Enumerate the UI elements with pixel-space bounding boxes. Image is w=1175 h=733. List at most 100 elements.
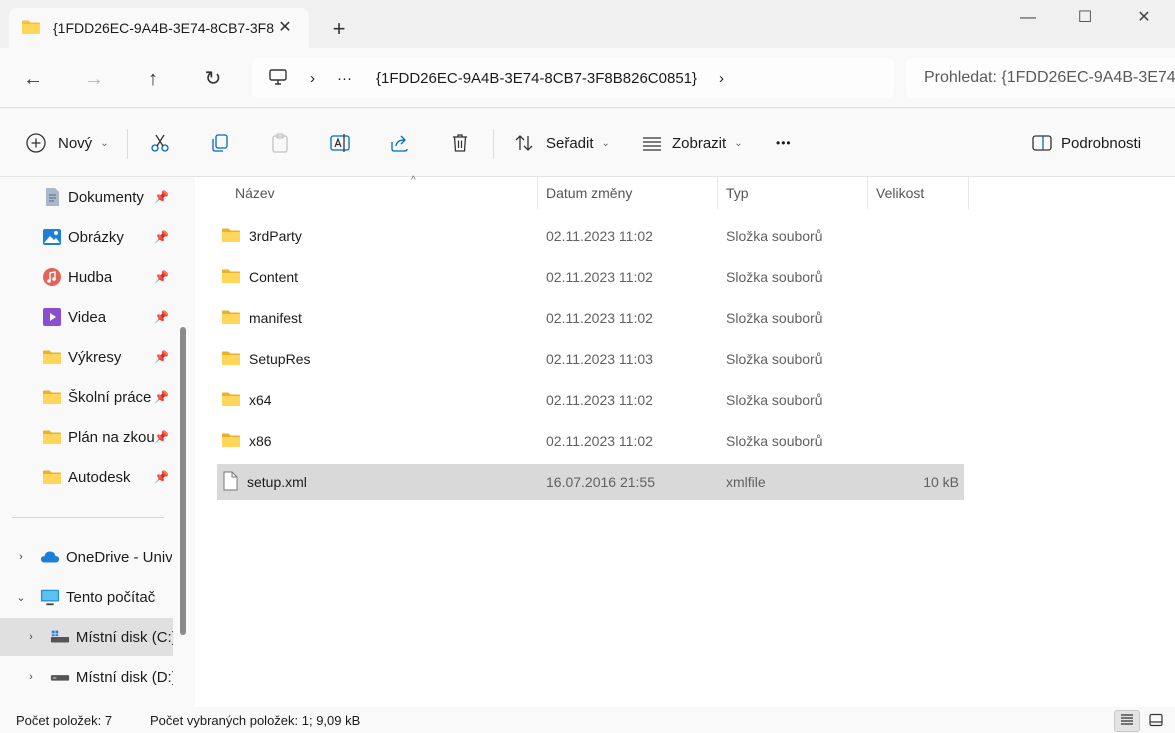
- cloud-icon: [40, 547, 60, 567]
- up-button[interactable]: ↑: [138, 64, 168, 94]
- maximize-button[interactable]: ☐: [1070, 6, 1100, 30]
- address-bar[interactable]: › ··· {1FDD26EC-9A4B-3E74-8CB7-3F8B826C0…: [252, 58, 894, 98]
- chevron-right-icon[interactable]: ›: [24, 671, 38, 683]
- file-date: 02.11.2023 11:02: [546, 433, 653, 449]
- music-icon: [42, 267, 62, 287]
- column-header-size[interactable]: Velikost: [868, 177, 969, 209]
- pin-icon[interactable]: 📌: [154, 190, 169, 204]
- sidebar-scrollbar[interactable]: [180, 327, 186, 635]
- search-box[interactable]: [906, 58, 1175, 98]
- file-name: 3rdParty: [249, 228, 302, 244]
- toolbar-divider: [493, 129, 494, 159]
- tab-close-icon[interactable]: ✕: [275, 18, 295, 38]
- chevron-down-icon[interactable]: ⌄: [14, 591, 28, 604]
- tab-current-folder[interactable]: {1FDD26EC-9A4B-3E74-8CB7-3F8B826C0851} ✕: [9, 8, 309, 48]
- folder-icon: [221, 350, 241, 369]
- tiles-view-button[interactable]: [1143, 710, 1169, 732]
- file-name-cell: 3rdParty: [221, 227, 302, 246]
- column-header-name[interactable]: Název ^: [227, 175, 538, 209]
- forward-button[interactable]: →: [79, 64, 109, 94]
- table-row[interactable]: manifest 02.11.2023 11:02 Složka souborů: [217, 300, 964, 336]
- sidebar-item-videos[interactable]: Videa 📌: [0, 298, 173, 336]
- table-row[interactable]: x86 02.11.2023 11:02 Složka souborů: [217, 423, 964, 459]
- new-button[interactable]: Nový ⌄: [24, 126, 109, 160]
- pin-icon[interactable]: 📌: [154, 230, 169, 244]
- sidebar-item-autodesk[interactable]: Autodesk 📌: [0, 458, 173, 496]
- drive-icon: [50, 667, 70, 687]
- search-input[interactable]: [924, 69, 1175, 87]
- title-bar: {1FDD26EC-9A4B-3E74-8CB7-3F8B826C0851} ✕…: [0, 0, 1175, 48]
- column-header-type[interactable]: Typ: [718, 177, 868, 209]
- address-current-segment[interactable]: {1FDD26EC-9A4B-3E74-8CB7-3F8B826C0851}: [376, 70, 697, 87]
- table-row[interactable]: x64 02.11.2023 11:02 Složka souborů: [217, 382, 964, 418]
- table-row[interactable]: Content 02.11.2023 11:02 Složka souborů: [217, 259, 964, 295]
- new-tab-button[interactable]: +: [326, 16, 352, 42]
- chevron-right-icon[interactable]: ›: [14, 551, 28, 563]
- pin-icon[interactable]: 📌: [154, 430, 169, 444]
- sidebar-item-plan-na-zkousky[interactable]: Plán na zkoušky 📌: [0, 418, 173, 456]
- pin-icon[interactable]: 📌: [154, 470, 169, 484]
- file-type: Složka souborů: [726, 269, 823, 285]
- file-type: Složka souborů: [726, 228, 823, 244]
- sidebar-item-documents[interactable]: Dokumenty 📌: [0, 178, 173, 216]
- more-options-button[interactable]: •••: [776, 126, 792, 160]
- sidebar-item-onedrive[interactable]: › OneDrive - Univerzita: [0, 538, 173, 576]
- minimize-button[interactable]: —: [1013, 6, 1043, 30]
- pin-icon[interactable]: 📌: [154, 270, 169, 284]
- sidebar-item-this-pc[interactable]: ⌄ Tento počítač: [0, 578, 173, 616]
- sidebar-item-drive-d[interactable]: › Místní disk (D:): [0, 658, 173, 696]
- folder-icon: [42, 347, 62, 367]
- back-button[interactable]: ←: [18, 64, 48, 94]
- new-button-label: Nový: [58, 134, 93, 152]
- pin-icon[interactable]: 📌: [154, 310, 169, 324]
- pin-icon[interactable]: 📌: [154, 390, 169, 404]
- monitor-icon: [40, 587, 60, 607]
- folder-icon: [21, 19, 41, 38]
- file-type: xmlfile: [726, 474, 766, 490]
- command-bar: Nový ⌄ Seřadit ⌄ Zobrazit ⌄ ••• Podrobno…: [0, 109, 1175, 177]
- file-name-cell: x64: [221, 391, 272, 410]
- address-trailing-chevron[interactable]: ›: [719, 70, 724, 87]
- details-pane-button[interactable]: Podrobnosti: [1030, 126, 1141, 160]
- table-row[interactable]: SetupRes 02.11.2023 11:03 Složka souborů: [217, 341, 964, 377]
- refresh-button[interactable]: ↻: [198, 64, 228, 94]
- computer-icon[interactable]: [268, 68, 288, 89]
- pin-icon[interactable]: 📌: [154, 350, 169, 364]
- rename-button[interactable]: [328, 126, 352, 160]
- sidebar-item-drive-c[interactable]: › Místní disk (C:): [0, 618, 173, 656]
- file-type: Složka souborů: [726, 392, 823, 408]
- address-chevron[interactable]: ›: [310, 70, 315, 87]
- sidebar-item-label: Hudba: [68, 268, 113, 286]
- sidebar-divider: [12, 517, 164, 518]
- folder-icon: [221, 432, 241, 451]
- sidebar-item-label: OneDrive - Univerzita: [66, 548, 172, 566]
- close-window-button[interactable]: ✕: [1129, 6, 1159, 30]
- drive-icon: [50, 627, 70, 647]
- share-button[interactable]: [388, 126, 412, 160]
- copy-button[interactable]: [208, 126, 232, 160]
- folder-icon: [42, 467, 62, 487]
- sidebar-item-music[interactable]: Hudba 📌: [0, 258, 173, 296]
- column-header-date[interactable]: Datum změny: [538, 177, 718, 209]
- delete-button[interactable]: [448, 126, 472, 160]
- sidebar-item-label: Plán na zkoušky: [68, 428, 154, 446]
- column-header-type-label: Typ: [726, 185, 749, 201]
- chevron-down-icon: ⌄: [601, 137, 610, 149]
- chevron-right-icon[interactable]: ›: [24, 631, 38, 643]
- sidebar-item-label: Obrázky: [68, 228, 124, 246]
- file-name: x86: [249, 433, 272, 449]
- paste-button[interactable]: [268, 126, 292, 160]
- pictures-icon: [42, 227, 62, 247]
- view-button[interactable]: Zobrazit ⌄: [640, 126, 743, 160]
- address-overflow-button[interactable]: ···: [337, 70, 352, 87]
- sidebar-item-label: Výkresy: [68, 348, 122, 366]
- sort-icon: [512, 131, 536, 155]
- table-row[interactable]: setup.xml 16.07.2016 21:55 xmlfile 10 kB: [217, 464, 964, 500]
- sidebar-item-vykresy[interactable]: Výkresy 📌: [0, 338, 173, 376]
- cut-button[interactable]: [148, 126, 172, 160]
- sidebar-item-skolni-prace[interactable]: Školní práce 📌: [0, 378, 173, 416]
- table-row[interactable]: 3rdParty 02.11.2023 11:02 Složka souborů: [217, 218, 964, 254]
- sidebar-item-pictures[interactable]: Obrázky 📌: [0, 218, 173, 256]
- details-view-button[interactable]: [1114, 710, 1140, 732]
- sort-button[interactable]: Seřadit ⌄: [512, 126, 610, 160]
